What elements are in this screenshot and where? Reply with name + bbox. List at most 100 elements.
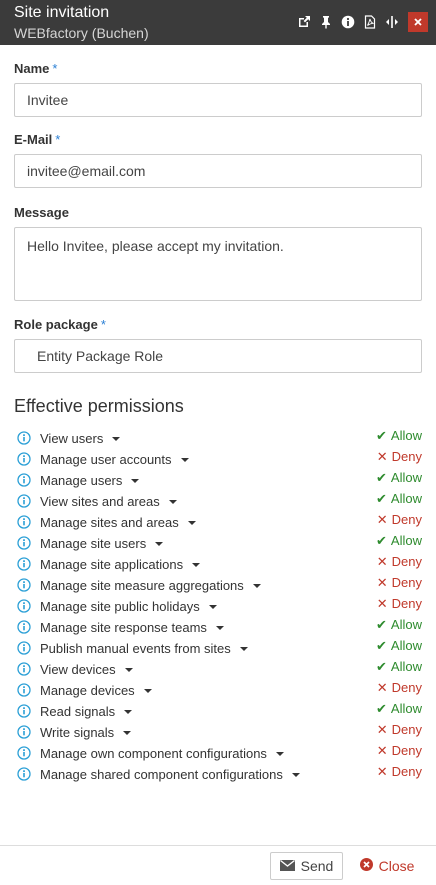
permission-name: Manage users <box>40 473 123 488</box>
info-icon[interactable] <box>17 725 31 739</box>
info-icon[interactable] <box>17 641 31 655</box>
permission-name: Manage site measure aggregations <box>40 578 244 593</box>
resize-horizontal-icon[interactable] <box>383 13 401 31</box>
permission-status-label: Allow <box>390 491 422 506</box>
permission-row: View devices ✔ Allow <box>14 658 424 679</box>
check-icon: ✔ <box>376 470 387 485</box>
cross-icon: ✕ <box>376 575 388 590</box>
caret-down-icon <box>252 584 261 588</box>
permission-status-label: Allow <box>390 701 422 716</box>
cross-icon: ✕ <box>376 680 388 695</box>
permission-status: ✔ Allow <box>376 491 422 507</box>
permission-row: Write signals ✕ Deny <box>14 721 424 742</box>
permission-status-label: Allow <box>390 428 422 443</box>
permission-name-dropdown[interactable]: Manage shared component configurations <box>40 767 300 782</box>
permission-name-dropdown[interactable]: Manage devices <box>40 683 152 698</box>
info-icon[interactable] <box>17 557 31 571</box>
info-icon[interactable] <box>17 494 31 508</box>
info-icon[interactable] <box>17 704 31 718</box>
email-input[interactable] <box>14 154 422 188</box>
name-input[interactable] <box>14 83 422 117</box>
permission-status: ✕ Deny <box>377 554 422 570</box>
caret-down-icon <box>187 521 196 525</box>
permission-status: ✕ Deny <box>377 743 422 759</box>
info-icon[interactable] <box>17 599 31 613</box>
pin-icon[interactable] <box>317 13 335 31</box>
pdf-icon[interactable] <box>361 13 379 31</box>
close-button[interactable]: Close <box>352 852 422 880</box>
permission-status: ✔ Allow <box>376 470 422 486</box>
permissions-list: View users ✔ Allow Manage user accounts ✕ Den… <box>14 427 424 784</box>
permission-row: Manage user accounts ✕ Deny <box>14 448 424 469</box>
effective-permissions-title: Effective permissions <box>14 396 184 416</box>
required-mark: * <box>55 132 61 147</box>
info-icon[interactable] <box>17 767 31 781</box>
permission-name-dropdown[interactable]: Manage site measure aggregations <box>40 578 261 593</box>
permission-name-dropdown[interactable]: Manage site public holidays <box>40 599 217 614</box>
permission-status-label: Deny <box>391 743 422 758</box>
permission-name: Manage sites and areas <box>40 515 179 530</box>
check-icon: ✔ <box>376 659 387 674</box>
permission-status-label: Deny <box>391 575 422 590</box>
permission-row: Manage site response teams ✔ Allow <box>14 616 424 637</box>
permission-name-dropdown[interactable]: Read signals <box>40 704 133 719</box>
info-icon[interactable] <box>17 746 31 760</box>
caret-down-icon <box>123 731 132 735</box>
permission-status-label: Deny <box>391 596 422 611</box>
permission-row: Manage site users ✔ Allow <box>14 532 424 553</box>
permission-name-dropdown[interactable]: Manage site users <box>40 536 164 551</box>
role-package-select[interactable]: Entity Package Role <box>14 339 422 373</box>
caret-down-icon <box>239 647 248 651</box>
check-icon: ✔ <box>376 428 387 443</box>
caret-down-icon <box>168 500 177 504</box>
message-textarea[interactable]: Hello Invitee, please accept my invitati… <box>14 227 422 301</box>
permission-name-dropdown[interactable]: Publish manual events from sites <box>40 641 248 656</box>
permission-name-dropdown[interactable]: View devices <box>40 662 133 677</box>
permission-row: Manage site measure aggregations ✕ Deny <box>14 574 424 595</box>
permission-status: ✔ Allow <box>376 428 422 444</box>
message-label: Message <box>14 205 69 220</box>
external-link-icon[interactable] <box>295 13 313 31</box>
info-icon[interactable] <box>339 13 357 31</box>
permission-row: Manage users ✔ Allow <box>14 469 424 490</box>
permission-name-dropdown[interactable]: Manage own component configurations <box>40 746 284 761</box>
info-icon[interactable] <box>17 431 31 445</box>
permission-name-dropdown[interactable]: Write signals <box>40 725 132 740</box>
send-button[interactable]: Send <box>270 852 343 880</box>
permission-name-dropdown[interactable]: Manage site applications <box>40 557 201 572</box>
info-icon[interactable] <box>17 683 31 697</box>
cross-icon: ✕ <box>376 554 388 569</box>
permission-status-label: Deny <box>391 722 422 737</box>
permission-name-dropdown[interactable]: View users <box>40 431 121 446</box>
permission-name: Manage devices <box>40 683 135 698</box>
permission-name-dropdown[interactable]: Manage users <box>40 473 140 488</box>
permission-status: ✕ Deny <box>377 764 422 780</box>
info-icon[interactable] <box>17 578 31 592</box>
info-icon[interactable] <box>17 536 31 550</box>
permission-status: ✕ Deny <box>377 449 422 465</box>
caret-down-icon <box>215 626 224 630</box>
close-icon[interactable] <box>408 12 428 32</box>
info-icon[interactable] <box>17 620 31 634</box>
info-icon[interactable] <box>17 662 31 676</box>
caret-down-icon <box>124 668 133 672</box>
caret-down-icon <box>291 773 300 777</box>
required-mark: * <box>100 317 106 332</box>
permission-name-dropdown[interactable]: Manage sites and areas <box>40 515 196 530</box>
permission-name: Manage site response teams <box>40 620 207 635</box>
check-icon: ✔ <box>376 638 387 653</box>
caret-down-icon <box>275 752 284 756</box>
info-icon[interactable] <box>17 473 31 487</box>
info-icon[interactable] <box>17 452 31 466</box>
caret-down-icon <box>155 542 164 546</box>
permission-row: Publish manual events from sites ✔ Allow <box>14 637 424 658</box>
permission-name-dropdown[interactable]: Manage user accounts <box>40 452 189 467</box>
permission-status: ✔ Allow <box>376 638 422 654</box>
permission-status-label: Allow <box>390 533 422 548</box>
permission-status: ✕ Deny <box>377 512 422 528</box>
permission-name-dropdown[interactable]: Manage site response teams <box>40 620 224 635</box>
permission-name-dropdown[interactable]: View sites and areas <box>40 494 177 509</box>
permission-status: ✕ Deny <box>377 722 422 738</box>
info-icon[interactable] <box>17 515 31 529</box>
permission-name: View sites and areas <box>40 494 160 509</box>
